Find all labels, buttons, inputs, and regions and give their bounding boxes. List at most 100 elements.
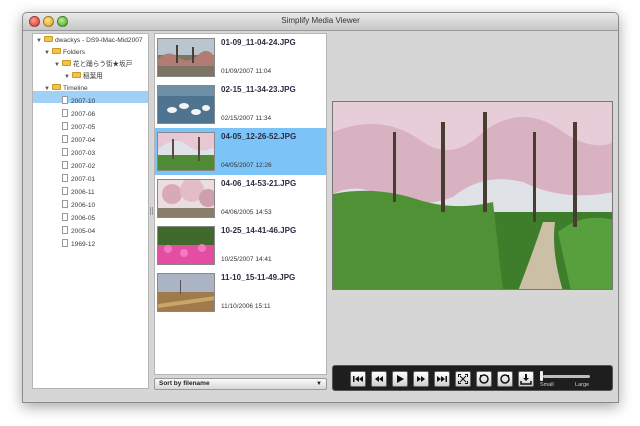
timeline-item[interactable]: 2007-02	[62, 161, 95, 173]
file-list-item-selected[interactable]: 04-05_12-26-52.JPG 04/05/2007 12:26	[155, 128, 326, 175]
timeline-item-label: 2007-05	[71, 124, 96, 131]
disclosure-triangle-icon[interactable]: ▼	[44, 83, 52, 95]
timeline-item[interactable]: 2007-10	[62, 96, 95, 108]
document-icon	[62, 135, 68, 144]
timeline-item[interactable]: 2007-01	[62, 174, 95, 186]
tree-selected-folder[interactable]: ▼ 稲葉用	[64, 71, 103, 83]
timeline-item-label: 2006-10	[71, 202, 96, 209]
disclosure-triangle-icon[interactable]: ▼	[36, 35, 44, 47]
timeline-item[interactable]: 1969-12	[62, 239, 95, 251]
timeline-item[interactable]: 2006-05	[62, 213, 95, 225]
file-date: 01/09/2007 11:04	[221, 68, 272, 75]
thumbnail-image	[157, 132, 215, 171]
timeline-item[interactable]: 2006-11	[62, 187, 95, 199]
thumbnail-image	[157, 85, 215, 124]
fullscreen-icon	[458, 374, 468, 384]
play-icon	[397, 375, 404, 383]
folder-icon	[62, 60, 71, 67]
file-list-item[interactable]: 04-06_14-53-21.JPG 04/06/2005 14:53	[155, 175, 326, 222]
tree-folders[interactable]: ▼ Folders	[44, 47, 85, 59]
sort-dropdown[interactable]: Sort by filename ▼	[154, 378, 327, 390]
timeline-item-label: 2007-06	[71, 111, 96, 118]
previous-button[interactable]	[371, 371, 387, 387]
chevron-down-icon: ▼	[316, 381, 322, 387]
last-button[interactable]	[434, 371, 450, 387]
title-bar[interactable]: Simplify Media Viewer	[23, 13, 618, 31]
timeline-item[interactable]: 2005-04	[62, 226, 95, 238]
fast-forward-icon	[417, 376, 425, 382]
file-date: 04/06/2005 14:53	[221, 209, 272, 216]
skip-to-start-icon	[353, 376, 363, 382]
tree-timeline[interactable]: ▼ Timeline	[44, 83, 88, 95]
sort-dropdown-label: Sort by filename	[159, 380, 210, 387]
file-name: 02-15_11-34-23.JPG	[221, 85, 296, 94]
timeline-item-label: 2006-05	[71, 215, 96, 222]
document-icon	[62, 122, 68, 131]
download-icon	[520, 374, 532, 385]
document-icon	[62, 174, 68, 183]
timeline-item[interactable]: 2007-05	[62, 122, 95, 134]
timeline-item[interactable]: 2007-03	[62, 148, 95, 160]
tree-folders-label: Folders	[63, 49, 85, 56]
rotate-right-button[interactable]	[497, 371, 513, 387]
file-list-item[interactable]: 11-10_15-11-49.JPG 11/10/2006 15:11	[155, 269, 326, 316]
timeline-item-label: 2007-04	[71, 137, 96, 144]
tree-subfolder-label: 花と踊らう街★坂戸	[73, 61, 133, 68]
document-icon	[62, 148, 68, 157]
tree-subfolder[interactable]: ▼ 花と踊らう街★坂戸	[54, 59, 132, 71]
file-list-item[interactable]: 10-25_14-41-46.JPG 10/25/2007 14:41	[155, 222, 326, 269]
file-date: 02/15/2007 11:34	[221, 115, 272, 122]
document-icon	[62, 96, 68, 105]
rotate-right-icon	[500, 374, 510, 384]
timeline-item-label: 2005-04	[71, 228, 96, 235]
file-list-item[interactable]: 02-15_11-34-23.JPG 02/15/2007 11:34	[155, 81, 326, 128]
timeline-item[interactable]: 2007-06	[62, 109, 95, 121]
timeline-item[interactable]: 2006-10	[62, 200, 95, 212]
folder-icon	[72, 72, 81, 79]
folder-icon	[52, 84, 61, 91]
timeline-item[interactable]: 2007-04	[62, 135, 95, 147]
document-icon	[62, 213, 68, 222]
file-name: 04-05_12-26-52.JPG	[221, 132, 297, 141]
file-list-item[interactable]: 01-09_11-04-24.JPG 01/09/2007 11:04	[155, 34, 326, 81]
rotate-left-button[interactable]	[476, 371, 492, 387]
file-date: 11/10/2006 15:11	[221, 303, 271, 310]
skip-to-end-icon	[437, 376, 447, 382]
fullscreen-button[interactable]	[455, 371, 471, 387]
tree-selected-folder-label: 稲葉用	[83, 73, 103, 80]
timeline-item-label: 2006-11	[71, 189, 95, 196]
file-name: 11-10_15-11-49.JPG	[221, 273, 296, 282]
zoom-slider[interactable]	[543, 375, 590, 378]
timeline-item-label: 1969-12	[71, 241, 96, 248]
document-icon	[62, 161, 68, 170]
document-icon	[62, 187, 68, 196]
file-date: 10/25/2007 14:41	[221, 256, 272, 263]
split-view-handle[interactable]	[150, 207, 153, 215]
first-button[interactable]	[350, 371, 366, 387]
disclosure-triangle-icon[interactable]: ▼	[64, 71, 72, 83]
thumbnail-image	[157, 38, 215, 77]
photo-viewer[interactable]	[332, 101, 613, 290]
tree-root[interactable]: ▼ dwackys - DS9-iMac-Mid2007	[36, 35, 143, 47]
main-photo-image	[333, 102, 612, 289]
file-list[interactable]: 01-09_11-04-24.JPG 01/09/2007 11:04 02-1…	[154, 33, 327, 375]
disclosure-triangle-icon[interactable]: ▼	[54, 59, 62, 71]
timeline-item-label: 2007-10	[71, 98, 96, 105]
document-icon	[62, 226, 68, 235]
download-button[interactable]	[518, 371, 534, 387]
playback-controls: Small Large	[332, 365, 613, 391]
source-tree[interactable]: ▼ dwackys - DS9-iMac-Mid2007 ▼ Folders ▼ 花と…	[32, 33, 149, 389]
play-button[interactable]	[392, 371, 408, 387]
document-icon	[62, 200, 68, 209]
disclosure-triangle-icon[interactable]: ▼	[44, 47, 52, 59]
next-button[interactable]	[413, 371, 429, 387]
timeline-item-label: 2007-01	[71, 176, 96, 183]
zoom-slider-knob[interactable]	[540, 371, 543, 381]
folder-icon	[44, 36, 53, 43]
rewind-icon	[375, 376, 383, 382]
timeline-item-label: 2007-02	[71, 163, 96, 170]
thumbnail-image	[157, 273, 215, 312]
app-window: Simplify Media Viewer ▼ dwackys - DS9-iMa…	[22, 12, 619, 403]
document-icon	[62, 109, 68, 118]
slider-large-label: Large	[575, 382, 590, 388]
